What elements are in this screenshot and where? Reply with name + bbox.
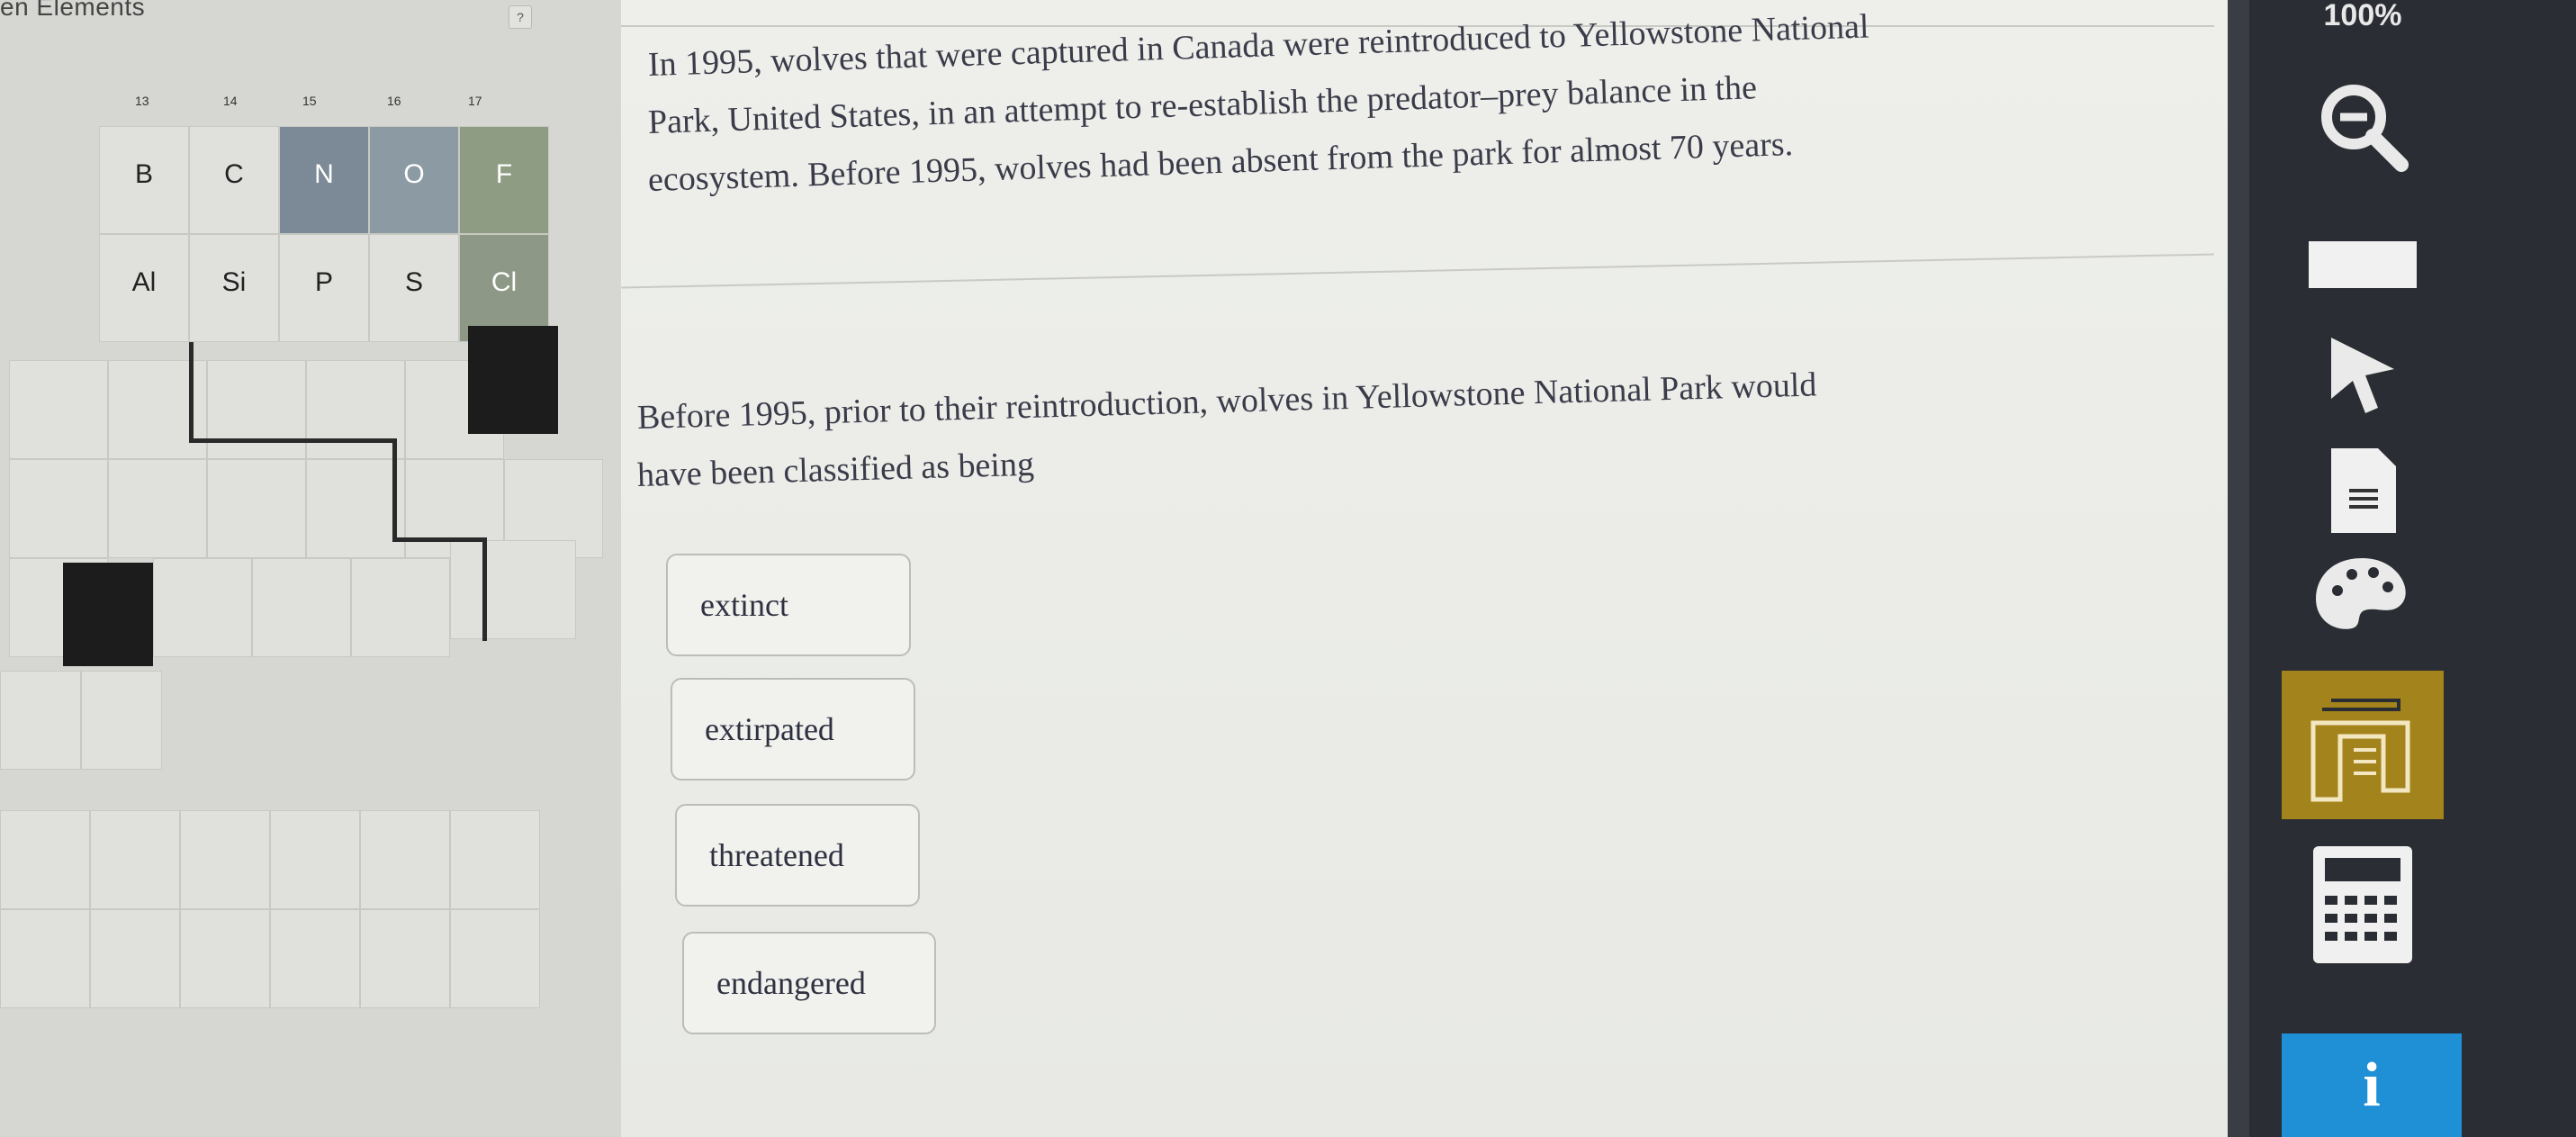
periodic-table-help-button[interactable]: ? xyxy=(509,5,532,29)
metalloid-line xyxy=(189,438,396,443)
element-cell[interactable] xyxy=(351,558,450,657)
tool-sidebar: 100% i xyxy=(2228,0,2576,1137)
element-cell[interactable]: F xyxy=(459,126,549,234)
element-cell[interactable] xyxy=(252,558,351,657)
element-cell[interactable] xyxy=(360,909,450,1008)
element-cell[interactable] xyxy=(306,360,405,459)
element-cell[interactable] xyxy=(450,810,540,909)
notepad-icon xyxy=(2331,448,2396,533)
element-cell[interactable] xyxy=(9,360,108,459)
info-icon: i xyxy=(2363,1050,2381,1120)
element-cell[interactable] xyxy=(0,810,90,909)
element-cell[interactable] xyxy=(450,909,540,1008)
group-number: 15 xyxy=(302,94,317,108)
answer-option-extirpated[interactable]: extirpated xyxy=(671,678,915,781)
element-symbol: F xyxy=(495,159,513,189)
element-cell[interactable] xyxy=(0,909,90,1008)
line-reader-button[interactable] xyxy=(2282,207,2444,315)
element-cell[interactable] xyxy=(90,810,180,909)
app-window: en Elements ? 13 14 15 16 17 B C N O F A… xyxy=(0,0,2576,1137)
element-cell[interactable] xyxy=(63,563,153,666)
element-cell[interactable] xyxy=(180,909,270,1008)
group-number: 13 xyxy=(135,94,149,108)
element-symbol: S xyxy=(404,267,423,297)
element-cell[interactable] xyxy=(207,459,306,558)
element-cell[interactable]: B xyxy=(99,126,189,234)
question-prompt: Before 1995, prior to their reintroducti… xyxy=(636,365,2167,504)
element-cell[interactable] xyxy=(207,360,306,459)
periodic-table-pane: en Elements ? 13 14 15 16 17 B C N O F A… xyxy=(0,0,621,1137)
answer-option-endangered[interactable]: endangered xyxy=(682,932,936,1034)
calculator-button[interactable] xyxy=(2282,837,2444,972)
periodic-table-button[interactable] xyxy=(2282,671,2444,819)
group-number: 16 xyxy=(387,94,401,108)
element-cell[interactable] xyxy=(180,810,270,909)
metalloid-line xyxy=(482,537,487,641)
element-cell[interactable]: P xyxy=(279,234,369,342)
zoom-out-button[interactable] xyxy=(2282,72,2444,180)
element-cell[interactable]: S xyxy=(369,234,459,342)
pointer-tool-button[interactable] xyxy=(2282,320,2444,428)
pointer-icon xyxy=(2331,338,2394,413)
element-cell[interactable] xyxy=(306,459,405,558)
element-cell[interactable]: Al xyxy=(99,234,189,342)
element-cell[interactable] xyxy=(108,459,207,558)
element-cell[interactable] xyxy=(450,540,576,639)
palette-icon xyxy=(2316,558,2406,629)
answer-option-threatened[interactable]: threatened xyxy=(675,804,920,907)
zoom-out-icon xyxy=(2321,85,2409,172)
answer-option-extinct[interactable]: extinct xyxy=(666,554,911,656)
calculator-icon xyxy=(2313,846,2412,963)
element-symbol: B xyxy=(134,159,153,189)
element-symbol: Al xyxy=(131,267,157,297)
sidebar-edge xyxy=(2228,0,2249,1137)
metalloid-line xyxy=(392,537,487,542)
element-cell[interactable]: N xyxy=(279,126,369,234)
element-cell[interactable] xyxy=(153,558,252,657)
line-reader-icon xyxy=(2309,234,2417,288)
element-symbol: P xyxy=(314,267,333,297)
element-cell[interactable]: C xyxy=(189,126,279,234)
info-button[interactable]: i xyxy=(2282,1033,2462,1137)
group-number: 14 xyxy=(223,94,238,108)
zoom-level: 100% xyxy=(2323,0,2402,32)
element-cell[interactable] xyxy=(9,459,108,558)
element-cell[interactable] xyxy=(468,326,558,434)
element-cell[interactable]: O xyxy=(369,126,459,234)
element-symbol: Cl xyxy=(491,267,518,297)
element-symbol: C xyxy=(224,159,244,189)
group-number: 17 xyxy=(468,94,482,108)
periodic-table-icon xyxy=(2310,698,2410,801)
element-symbol: N xyxy=(314,159,334,189)
periodic-table-title: en Elements xyxy=(0,0,146,21)
passage-text: In 1995, wolves that were captured in Ca… xyxy=(647,7,2268,209)
color-theme-button[interactable] xyxy=(2282,540,2444,648)
element-cell[interactable]: Si xyxy=(189,234,279,342)
element-cell[interactable] xyxy=(270,810,360,909)
notepad-button[interactable] xyxy=(2282,437,2444,545)
element-cell[interactable] xyxy=(360,810,450,909)
element-cell[interactable] xyxy=(90,909,180,1008)
element-cell[interactable] xyxy=(0,671,81,770)
element-symbol: O xyxy=(403,159,425,189)
element-symbol: Si xyxy=(221,267,247,297)
element-cell[interactable] xyxy=(81,671,162,770)
metalloid-line xyxy=(392,438,397,542)
metalloid-line xyxy=(189,342,194,441)
element-cell[interactable] xyxy=(270,909,360,1008)
